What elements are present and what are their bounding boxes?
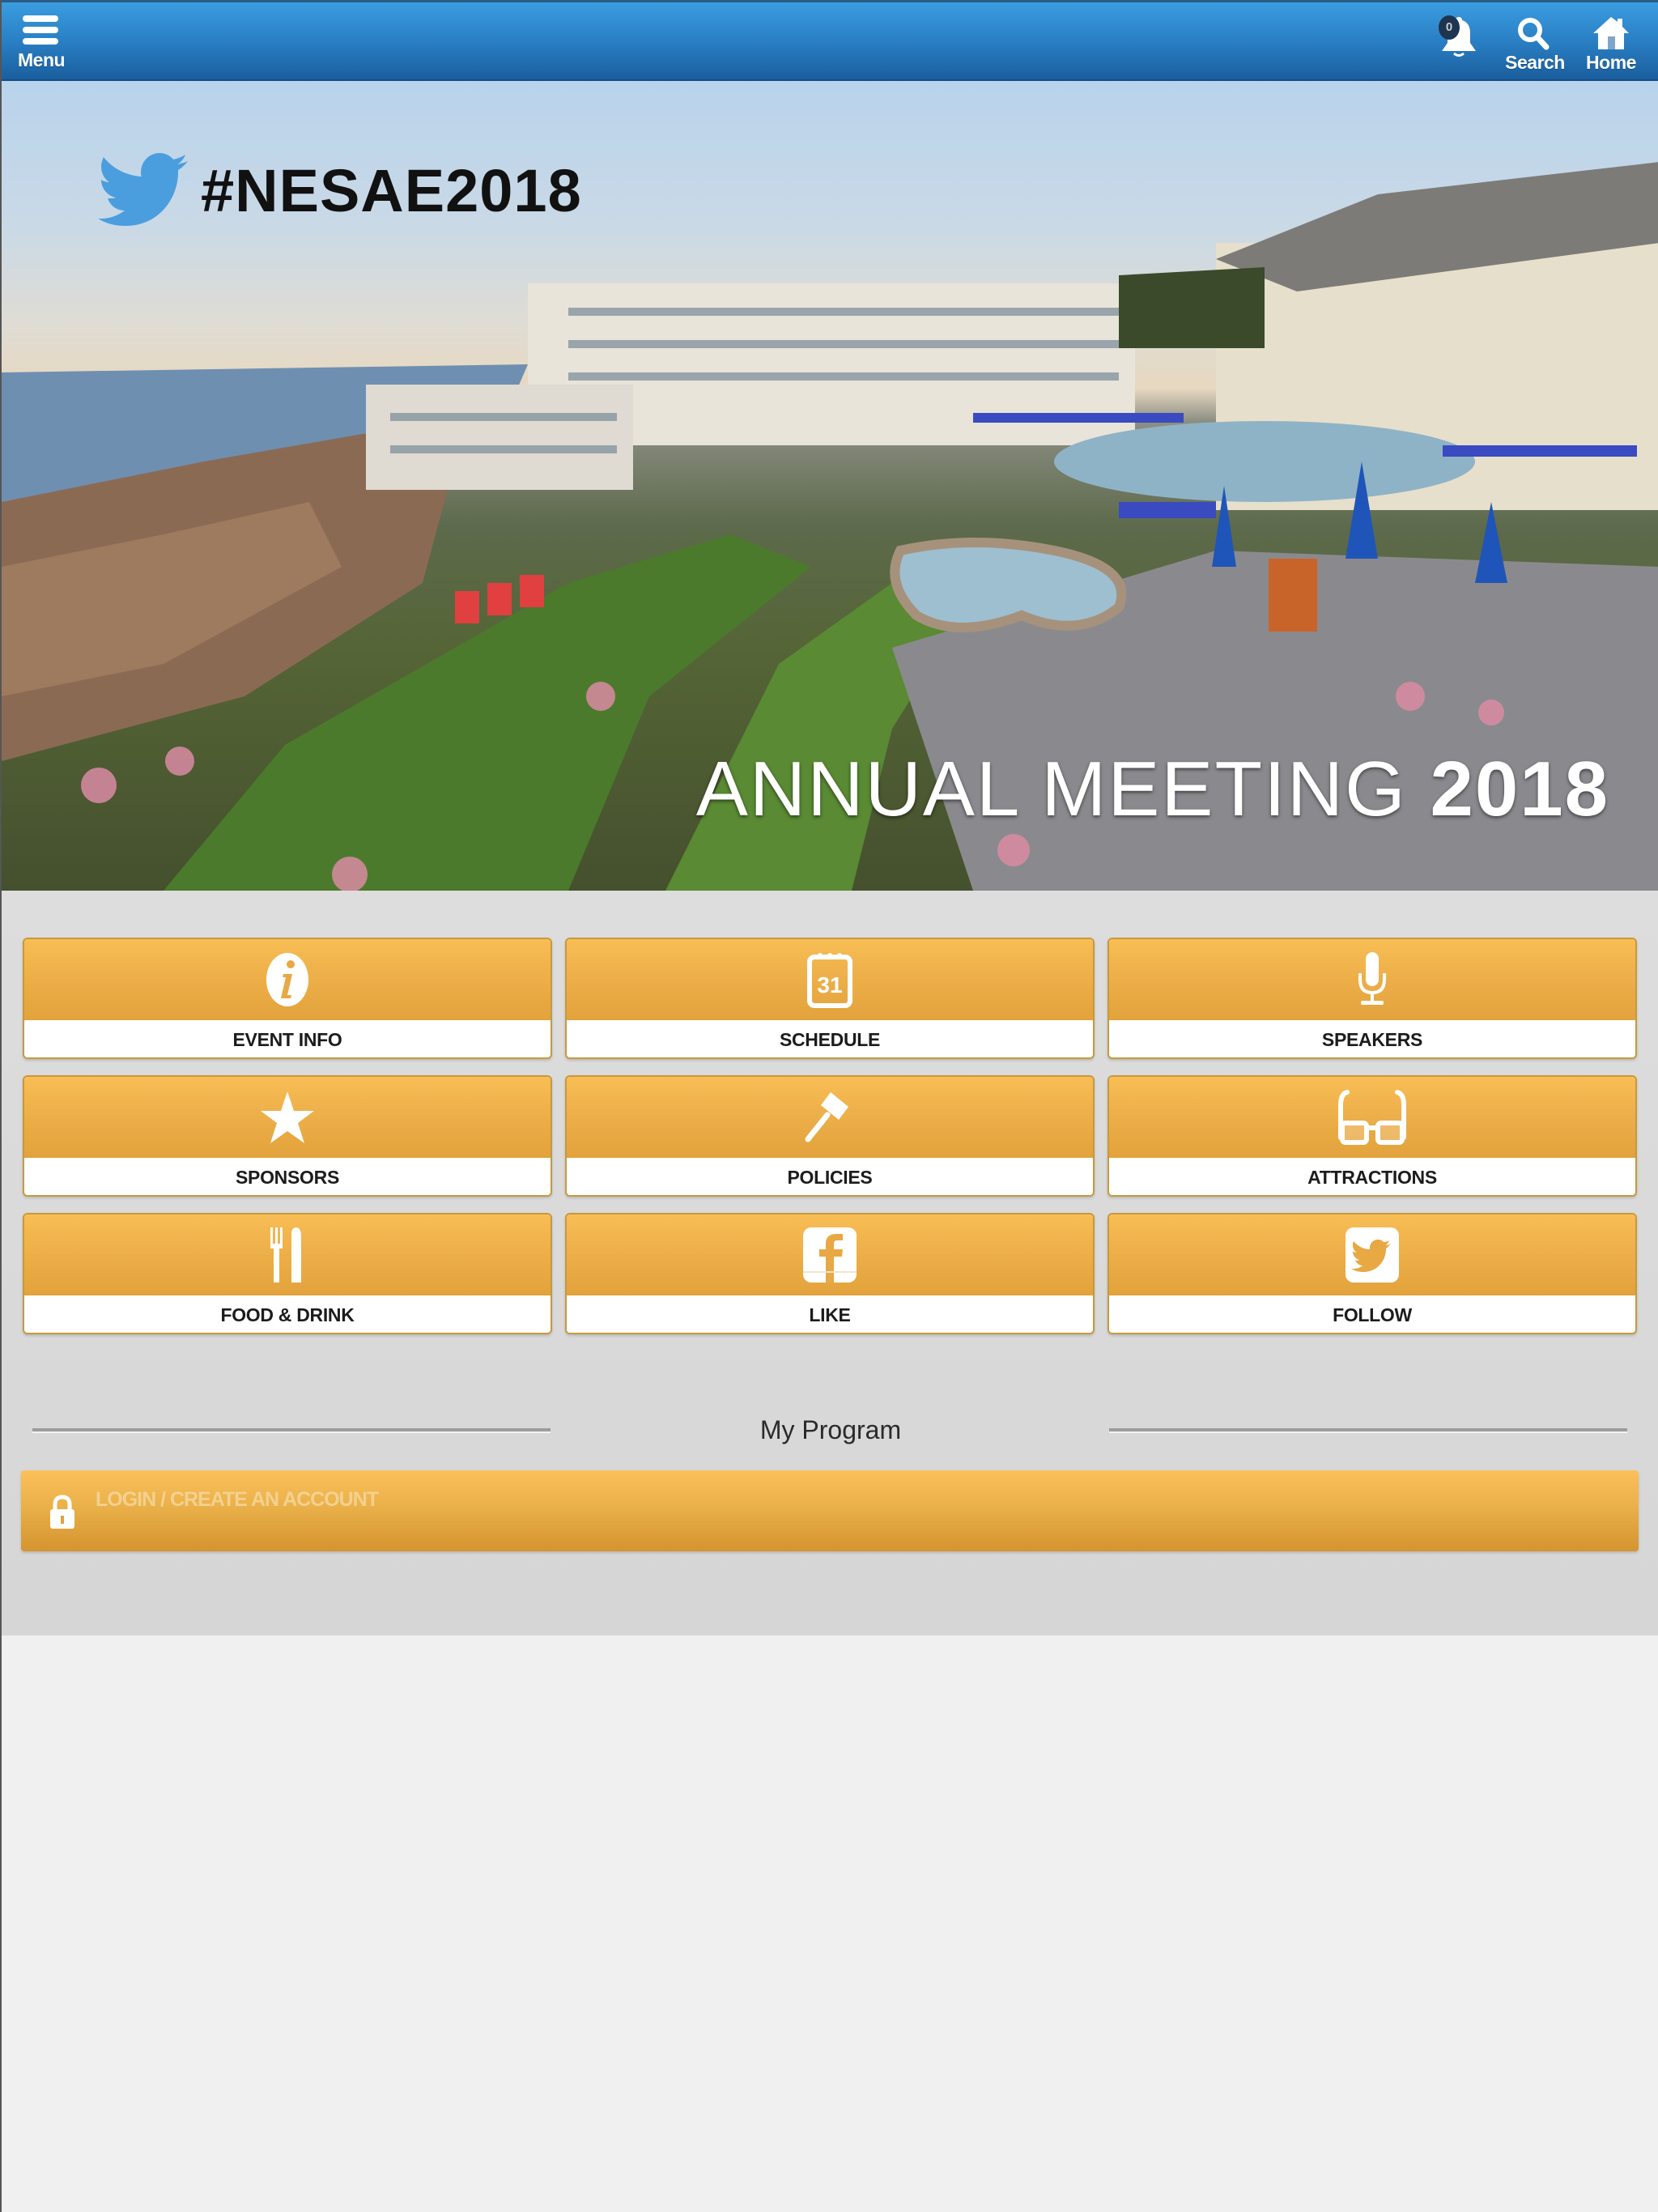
search-icon bbox=[1518, 18, 1550, 50]
annual-meeting-title: ANNUAL MEETING 2018 bbox=[696, 745, 1609, 834]
hashtag-text: #NESAE2018 bbox=[201, 156, 582, 224]
title-year-text: 2018 bbox=[1430, 746, 1609, 832]
gavel-icon bbox=[805, 1092, 848, 1142]
empty-content-area bbox=[2, 1636, 1658, 2212]
microphone-icon bbox=[1358, 952, 1386, 1005]
home-label: Home bbox=[1586, 52, 1636, 73]
home-button[interactable]: Home bbox=[1582, 2, 1640, 83]
tile-label: POLICIES bbox=[567, 1158, 1093, 1195]
calendar-icon: 31 bbox=[807, 953, 852, 1008]
svg-text:31: 31 bbox=[817, 972, 842, 998]
menu-label: Menu bbox=[18, 49, 66, 70]
tile-food-drink[interactable]: FOOD & DRINK bbox=[23, 1213, 552, 1334]
tile-like[interactable]: LIKE bbox=[565, 1213, 1095, 1334]
tile-policies[interactable]: POLICIES bbox=[565, 1075, 1095, 1197]
tile-label: LIKE bbox=[567, 1295, 1093, 1333]
search-button[interactable]: Search bbox=[1499, 2, 1566, 83]
fork-knife-icon bbox=[270, 1227, 301, 1283]
event-hashtag: #NESAE2018 bbox=[99, 146, 582, 235]
tile-schedule[interactable]: 31 SCHEDULE bbox=[565, 938, 1095, 1059]
tile-event-info[interactable]: EVENT INFO bbox=[23, 938, 552, 1059]
twitter-bird-icon bbox=[99, 153, 188, 226]
tile-attractions[interactable]: ATTRACTIONS bbox=[1107, 1075, 1637, 1197]
my-program-section: My Program bbox=[2, 1401, 1658, 1465]
login-label: LOGIN / CREATE AN ACCOUNT bbox=[96, 1488, 379, 1511]
menu-button[interactable]: Menu bbox=[18, 2, 70, 83]
tile-label: FOOD & DRINK bbox=[24, 1295, 551, 1333]
tile-sponsors[interactable]: SPONSORS bbox=[23, 1075, 552, 1197]
top-navigation-bar: Menu 0 Search Home bbox=[2, 0, 1658, 81]
tile-label: SPEAKERS bbox=[1109, 1020, 1635, 1057]
glasses-icon bbox=[1338, 1090, 1406, 1145]
info-icon bbox=[266, 953, 308, 1006]
home-icon bbox=[1593, 17, 1629, 49]
divider-right bbox=[1109, 1428, 1627, 1433]
tile-label: ATTRACTIONS bbox=[1109, 1158, 1635, 1195]
notifications-button[interactable]: 0 bbox=[1422, 2, 1487, 83]
hamburger-icon bbox=[23, 15, 58, 48]
tile-label: FOLLOW bbox=[1109, 1295, 1635, 1333]
search-label: Search bbox=[1505, 52, 1565, 73]
tile-follow[interactable]: FOLLOW bbox=[1107, 1213, 1637, 1334]
lock-icon bbox=[50, 1495, 74, 1529]
tile-label: SPONSORS bbox=[24, 1158, 551, 1195]
twitter-icon bbox=[1346, 1227, 1399, 1283]
tile-speakers[interactable]: SPEAKERS bbox=[1107, 938, 1637, 1059]
login-create-account-button[interactable]: LOGIN / CREATE AN ACCOUNT bbox=[21, 1470, 1639, 1551]
tile-label: SCHEDULE bbox=[567, 1020, 1093, 1057]
title-light-text: ANNUAL MEETING bbox=[695, 746, 1407, 832]
star-icon bbox=[261, 1091, 314, 1143]
hero-banner: #NESAE2018 ANNUAL MEETING 2018 bbox=[2, 81, 1658, 891]
facebook-icon bbox=[803, 1227, 857, 1283]
tile-label: EVENT INFO bbox=[24, 1020, 551, 1057]
notification-count-badge: 0 bbox=[1439, 15, 1460, 40]
